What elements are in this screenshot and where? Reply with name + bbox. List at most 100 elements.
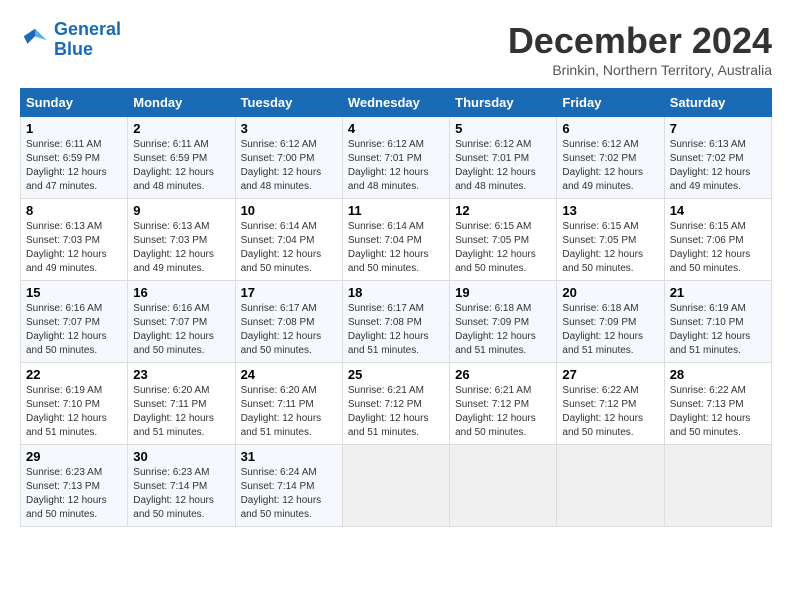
day-number: 31 — [241, 449, 337, 464]
day-info: Sunrise: 6:23 AMSunset: 7:13 PMDaylight:… — [26, 466, 122, 522]
day-number: 12 — [455, 203, 551, 218]
day-info: Sunrise: 6:23 AMSunset: 7:14 PMDaylight:… — [133, 466, 229, 522]
calendar-cell: 18 Sunrise: 6:17 AMSunset: 7:08 PMDaylig… — [342, 281, 449, 363]
calendar-cell: 11 Sunrise: 6:14 AMSunset: 7:04 PMDaylig… — [342, 199, 449, 281]
day-number: 11 — [348, 203, 444, 218]
header: General Blue December 2024 Brinkin, Nort… — [20, 20, 772, 78]
day-number: 24 — [241, 367, 337, 382]
calendar-cell: 9 Sunrise: 6:13 AMSunset: 7:03 PMDayligh… — [128, 199, 235, 281]
day-info: Sunrise: 6:14 AMSunset: 7:04 PMDaylight:… — [348, 220, 444, 276]
day-info: Sunrise: 6:13 AMSunset: 7:03 PMDaylight:… — [26, 220, 122, 276]
day-number: 5 — [455, 121, 551, 136]
logo-icon — [20, 25, 50, 55]
day-number: 2 — [133, 121, 229, 136]
day-info: Sunrise: 6:17 AMSunset: 7:08 PMDaylight:… — [348, 302, 444, 358]
col-header-monday: Monday — [128, 89, 235, 117]
calendar-cell: 30 Sunrise: 6:23 AMSunset: 7:14 PMDaylig… — [128, 445, 235, 527]
location-subtitle: Brinkin, Northern Territory, Australia — [508, 62, 772, 78]
calendar-cell: 1 Sunrise: 6:11 AMSunset: 6:59 PMDayligh… — [21, 117, 128, 199]
day-number: 22 — [26, 367, 122, 382]
logo-line2: Blue — [54, 39, 93, 59]
day-number: 20 — [562, 285, 658, 300]
day-number: 28 — [670, 367, 766, 382]
logo-text: General Blue — [54, 20, 121, 60]
day-info: Sunrise: 6:19 AMSunset: 7:10 PMDaylight:… — [26, 384, 122, 440]
day-number: 3 — [241, 121, 337, 136]
day-info: Sunrise: 6:24 AMSunset: 7:14 PMDaylight:… — [241, 466, 337, 522]
day-info: Sunrise: 6:22 AMSunset: 7:12 PMDaylight:… — [562, 384, 658, 440]
day-info: Sunrise: 6:19 AMSunset: 7:10 PMDaylight:… — [670, 302, 766, 358]
calendar-cell — [664, 445, 771, 527]
day-number: 19 — [455, 285, 551, 300]
day-info: Sunrise: 6:21 AMSunset: 7:12 PMDaylight:… — [348, 384, 444, 440]
calendar-cell: 20 Sunrise: 6:18 AMSunset: 7:09 PMDaylig… — [557, 281, 664, 363]
month-title: December 2024 — [508, 20, 772, 62]
calendar-cell: 26 Sunrise: 6:21 AMSunset: 7:12 PMDaylig… — [450, 363, 557, 445]
day-number: 30 — [133, 449, 229, 464]
day-number: 7 — [670, 121, 766, 136]
day-info: Sunrise: 6:13 AMSunset: 7:02 PMDaylight:… — [670, 138, 766, 194]
logo: General Blue — [20, 20, 121, 60]
day-number: 4 — [348, 121, 444, 136]
day-info: Sunrise: 6:18 AMSunset: 7:09 PMDaylight:… — [562, 302, 658, 358]
day-number: 9 — [133, 203, 229, 218]
calendar-cell: 16 Sunrise: 6:16 AMSunset: 7:07 PMDaylig… — [128, 281, 235, 363]
day-info: Sunrise: 6:15 AMSunset: 7:05 PMDaylight:… — [562, 220, 658, 276]
col-header-tuesday: Tuesday — [235, 89, 342, 117]
calendar-cell — [557, 445, 664, 527]
day-info: Sunrise: 6:20 AMSunset: 7:11 PMDaylight:… — [133, 384, 229, 440]
col-header-sunday: Sunday — [21, 89, 128, 117]
calendar-cell: 21 Sunrise: 6:19 AMSunset: 7:10 PMDaylig… — [664, 281, 771, 363]
calendar-table: SundayMondayTuesdayWednesdayThursdayFrid… — [20, 88, 772, 527]
calendar-cell: 28 Sunrise: 6:22 AMSunset: 7:13 PMDaylig… — [664, 363, 771, 445]
day-number: 16 — [133, 285, 229, 300]
calendar-cell: 14 Sunrise: 6:15 AMSunset: 7:06 PMDaylig… — [664, 199, 771, 281]
day-number: 25 — [348, 367, 444, 382]
day-info: Sunrise: 6:15 AMSunset: 7:05 PMDaylight:… — [455, 220, 551, 276]
calendar-cell: 17 Sunrise: 6:17 AMSunset: 7:08 PMDaylig… — [235, 281, 342, 363]
day-number: 1 — [26, 121, 122, 136]
day-info: Sunrise: 6:16 AMSunset: 7:07 PMDaylight:… — [133, 302, 229, 358]
day-number: 14 — [670, 203, 766, 218]
day-number: 21 — [670, 285, 766, 300]
col-header-wednesday: Wednesday — [342, 89, 449, 117]
day-info: Sunrise: 6:12 AMSunset: 7:01 PMDaylight:… — [348, 138, 444, 194]
day-number: 8 — [26, 203, 122, 218]
calendar-cell: 10 Sunrise: 6:14 AMSunset: 7:04 PMDaylig… — [235, 199, 342, 281]
calendar-cell: 25 Sunrise: 6:21 AMSunset: 7:12 PMDaylig… — [342, 363, 449, 445]
calendar-cell: 22 Sunrise: 6:19 AMSunset: 7:10 PMDaylig… — [21, 363, 128, 445]
day-info: Sunrise: 6:17 AMSunset: 7:08 PMDaylight:… — [241, 302, 337, 358]
day-number: 27 — [562, 367, 658, 382]
day-info: Sunrise: 6:21 AMSunset: 7:12 PMDaylight:… — [455, 384, 551, 440]
calendar-cell: 6 Sunrise: 6:12 AMSunset: 7:02 PMDayligh… — [557, 117, 664, 199]
day-info: Sunrise: 6:11 AMSunset: 6:59 PMDaylight:… — [26, 138, 122, 194]
calendar-cell — [450, 445, 557, 527]
logo-line1: General — [54, 19, 121, 39]
calendar-cell: 12 Sunrise: 6:15 AMSunset: 7:05 PMDaylig… — [450, 199, 557, 281]
day-info: Sunrise: 6:22 AMSunset: 7:13 PMDaylight:… — [670, 384, 766, 440]
calendar-cell: 29 Sunrise: 6:23 AMSunset: 7:13 PMDaylig… — [21, 445, 128, 527]
day-number: 15 — [26, 285, 122, 300]
calendar-cell: 24 Sunrise: 6:20 AMSunset: 7:11 PMDaylig… — [235, 363, 342, 445]
calendar-cell: 23 Sunrise: 6:20 AMSunset: 7:11 PMDaylig… — [128, 363, 235, 445]
day-info: Sunrise: 6:12 AMSunset: 7:00 PMDaylight:… — [241, 138, 337, 194]
col-header-friday: Friday — [557, 89, 664, 117]
calendar-cell — [342, 445, 449, 527]
day-number: 29 — [26, 449, 122, 464]
calendar-cell: 7 Sunrise: 6:13 AMSunset: 7:02 PMDayligh… — [664, 117, 771, 199]
calendar-cell: 4 Sunrise: 6:12 AMSunset: 7:01 PMDayligh… — [342, 117, 449, 199]
day-info: Sunrise: 6:12 AMSunset: 7:01 PMDaylight:… — [455, 138, 551, 194]
calendar-cell: 27 Sunrise: 6:22 AMSunset: 7:12 PMDaylig… — [557, 363, 664, 445]
calendar-cell: 31 Sunrise: 6:24 AMSunset: 7:14 PMDaylig… — [235, 445, 342, 527]
calendar-cell: 15 Sunrise: 6:16 AMSunset: 7:07 PMDaylig… — [21, 281, 128, 363]
calendar-cell: 5 Sunrise: 6:12 AMSunset: 7:01 PMDayligh… — [450, 117, 557, 199]
day-number: 6 — [562, 121, 658, 136]
title-area: December 2024 Brinkin, Northern Territor… — [508, 20, 772, 78]
day-number: 18 — [348, 285, 444, 300]
calendar-cell: 8 Sunrise: 6:13 AMSunset: 7:03 PMDayligh… — [21, 199, 128, 281]
col-header-thursday: Thursday — [450, 89, 557, 117]
day-number: 26 — [455, 367, 551, 382]
day-info: Sunrise: 6:16 AMSunset: 7:07 PMDaylight:… — [26, 302, 122, 358]
day-number: 17 — [241, 285, 337, 300]
day-info: Sunrise: 6:11 AMSunset: 6:59 PMDaylight:… — [133, 138, 229, 194]
